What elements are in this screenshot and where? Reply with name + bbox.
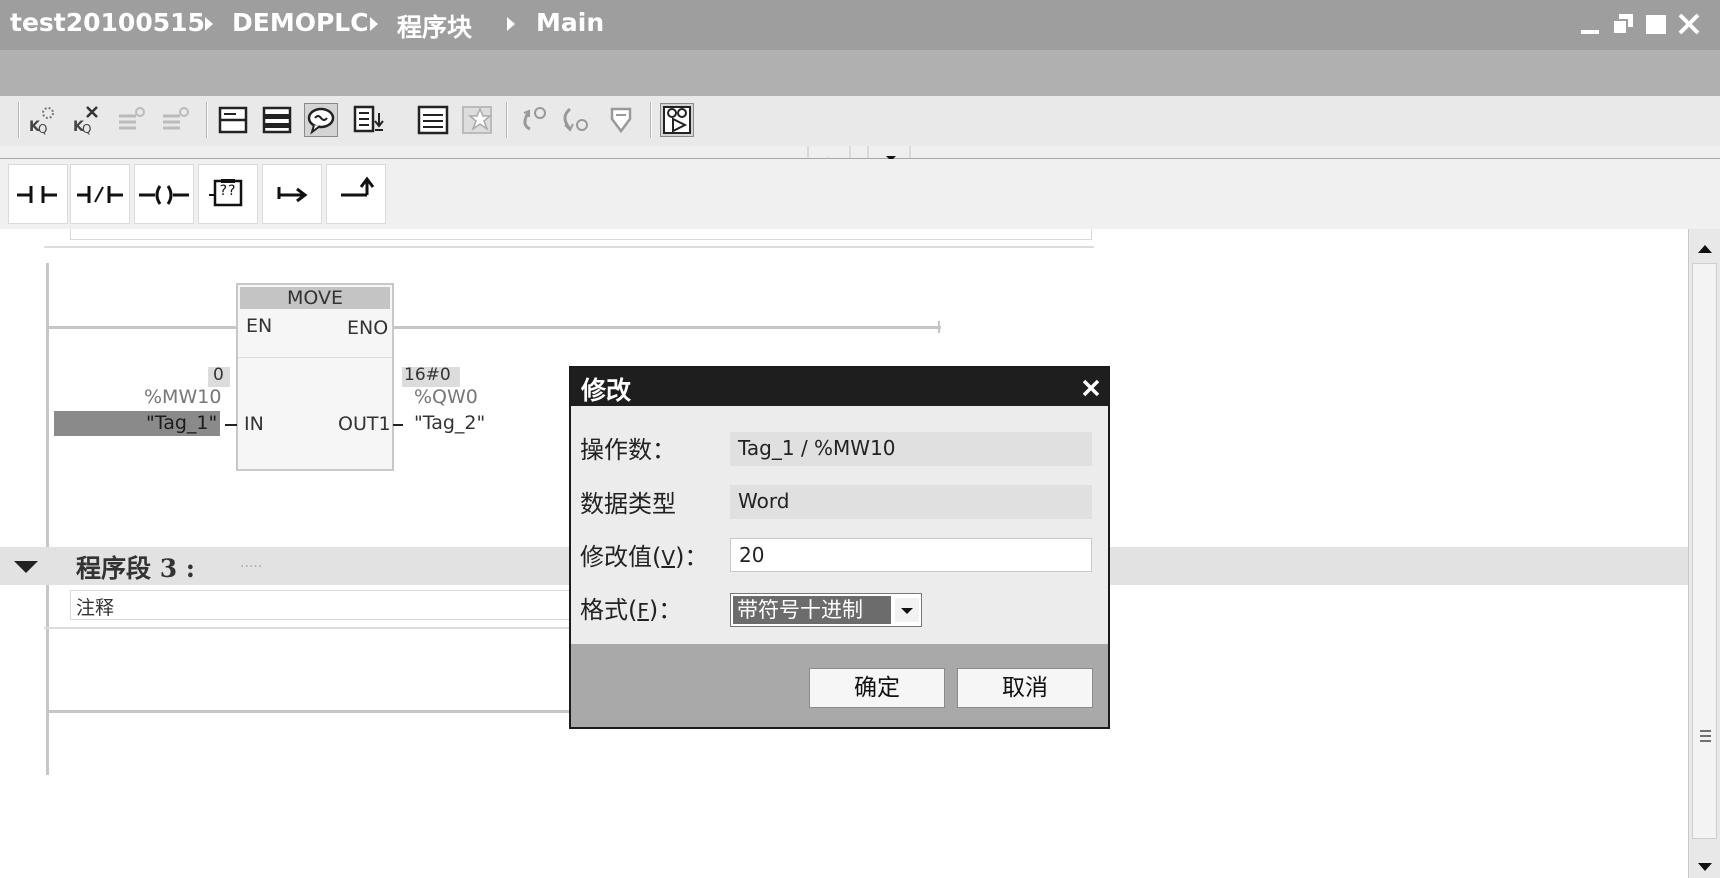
breadcrumb-project[interactable]: test20100515	[10, 8, 205, 37]
rung-end-mark	[938, 321, 940, 333]
close-branch-icon	[158, 103, 192, 137]
close-icon[interactable]	[1676, 10, 1702, 38]
close-all-networks-icon[interactable]	[260, 103, 294, 137]
coil-button[interactable]: ─()─	[134, 164, 194, 224]
favorites-bar: ┤├ ┤/├ ─()─ ?? ↦ ↵	[0, 159, 1720, 229]
ok-button[interactable]: 确定	[809, 668, 945, 708]
toolbar-separator	[506, 102, 508, 138]
collapse-network-icon[interactable]	[12, 559, 40, 579]
out-operand-tag[interactable]: "Tag_2"	[414, 412, 485, 434]
out-monitor-value: 16#0	[404, 365, 451, 385]
format-dropdown-icon[interactable]	[895, 598, 919, 622]
breadcrumb-separator-icon	[205, 17, 213, 31]
go-to-error-icon	[516, 103, 550, 137]
rung-line	[49, 326, 237, 329]
breadcrumb-block[interactable]: Main	[536, 8, 604, 37]
modify-dialog: 修改 操作数： Tag_1 / %MW10 数据类型 Word 修改值(V)： …	[569, 366, 1110, 729]
breadcrumb-folder[interactable]: 程序块	[397, 8, 472, 44]
move-block-divider	[238, 357, 392, 358]
restore-icon[interactable]	[1610, 10, 1636, 38]
format-select[interactable]: 带符号十进制	[730, 593, 922, 627]
rung-line-network3	[49, 710, 569, 713]
editor-header-band	[0, 50, 1720, 96]
open-branch-button[interactable]: ↦	[262, 164, 322, 224]
move-eno-pin: ENO	[347, 317, 389, 339]
move-en-pin: EN	[246, 315, 273, 337]
out-operand-address: %QW0	[414, 386, 478, 408]
network3-title: 程序段 3 :	[76, 554, 196, 583]
datatype-field: Word	[730, 485, 1092, 519]
delete-network-icon[interactable]: KQ	[70, 103, 104, 137]
editor-toolbar: KQ KQ	[0, 96, 1720, 147]
empty-box-label: ??	[219, 183, 236, 199]
dialog-title-bar[interactable]: 修改	[571, 368, 1108, 406]
modify-value-input[interactable]: 20	[730, 538, 1092, 572]
network2-comment-field[interactable]	[70, 229, 1092, 240]
insert-branch-icon	[114, 103, 148, 137]
favorites-editor-icon	[460, 103, 494, 137]
insert-network-icon[interactable]: KQ	[26, 103, 60, 137]
toolbar-splitter[interactable]	[0, 146, 1720, 162]
network-separator	[44, 246, 1094, 248]
close-branch-button[interactable]: ↵	[326, 164, 386, 224]
title-bar: test20100515 DEMOPLC 程序块 Main	[0, 0, 1720, 50]
scroll-up-icon[interactable]	[1697, 239, 1713, 258]
dialog-title: 修改	[581, 376, 632, 405]
in-operand-address: %MW10	[144, 386, 222, 408]
network3-comment-text: 注释	[76, 597, 115, 619]
move-block[interactable]: MOVE	[236, 283, 394, 471]
toolbar-separator	[206, 102, 208, 138]
move-block-title: MOVE	[240, 287, 390, 309]
no-contact-button[interactable]: ┤├	[8, 164, 68, 224]
svg-text:Q: Q	[38, 122, 47, 136]
in-operand-tag[interactable]: "Tag_1"	[146, 412, 217, 434]
move-out1-pin: OUT1	[338, 413, 391, 435]
empty-box-button[interactable]: ??	[198, 164, 258, 224]
format-label: 格式(F)：	[580, 596, 683, 624]
breadcrumb-device[interactable]: DEMOPLC	[232, 8, 369, 37]
move-in-pin: IN	[244, 413, 264, 435]
breadcrumb-separator-icon	[507, 17, 515, 31]
maximize-icon[interactable]	[1643, 10, 1669, 38]
minimize-icon[interactable]	[1578, 10, 1604, 38]
format-selected-value: 带符号十进制	[733, 596, 891, 624]
rung-line-eno	[391, 326, 941, 329]
update-block-calls-icon	[604, 103, 638, 137]
operand-field: Tag_1 / %MW10	[730, 432, 1092, 466]
in-monitor-value: 0	[213, 365, 224, 385]
datatype-label: 数据类型	[580, 490, 676, 518]
breadcrumb-separator-icon	[370, 17, 378, 31]
toolbar-separator	[18, 102, 20, 138]
scroll-thumb[interactable]	[1692, 263, 1717, 839]
open-all-networks-icon[interactable]	[216, 103, 250, 137]
tag-information-icon[interactable]	[416, 103, 450, 137]
toolbar-separator	[650, 102, 652, 138]
absolute-operands-icon[interactable]	[352, 103, 386, 137]
go-to-next-error-icon	[558, 103, 592, 137]
network3-title-placeholder[interactable]: .....	[240, 555, 262, 571]
out-wire	[393, 424, 403, 426]
nc-contact-button[interactable]: ┤/├	[70, 164, 130, 224]
modify-value-label: 修改值(V)：	[580, 543, 709, 571]
svg-text:Q: Q	[82, 122, 91, 136]
monitoring-on-off-icon[interactable]	[660, 103, 694, 137]
network-comments-icon[interactable]	[304, 103, 338, 137]
operand-label: 操作数：	[580, 436, 676, 464]
cancel-button[interactable]: 取消	[957, 668, 1093, 708]
dialog-close-icon[interactable]	[1081, 378, 1101, 402]
in-wire	[225, 424, 237, 426]
scroll-down-icon[interactable]	[1697, 857, 1713, 876]
vertical-scrollbar[interactable]	[1688, 229, 1720, 878]
